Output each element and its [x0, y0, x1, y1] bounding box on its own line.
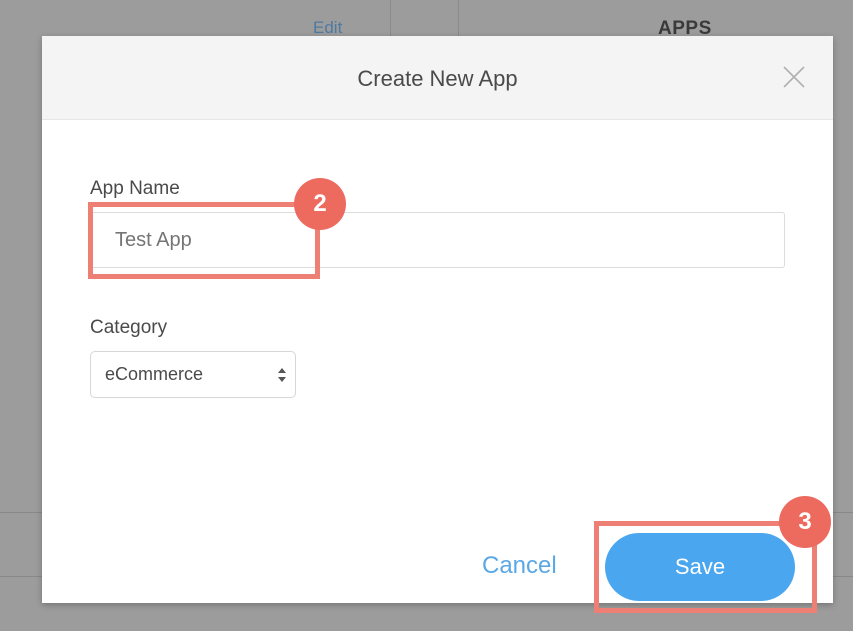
close-icon[interactable] — [781, 64, 807, 90]
step-3-badge: 3 — [779, 496, 831, 548]
create-app-dialog: Create New App App Name Category eCommer… — [42, 36, 833, 603]
category-select[interactable]: eCommerce — [90, 351, 296, 398]
dialog-title: Create New App — [357, 66, 518, 91]
dialog-header: Create New App — [42, 36, 833, 120]
app-name-label: App Name — [90, 178, 180, 199]
category-selected-value: eCommerce — [105, 364, 204, 384]
step-2-badge: 2 — [294, 178, 346, 230]
select-arrows-icon — [278, 368, 286, 382]
background-header-cell — [390, 0, 459, 36]
background-edit-link[interactable]: Edit — [313, 18, 342, 38]
category-label: Category — [90, 317, 168, 338]
cancel-button[interactable]: Cancel — [482, 552, 557, 580]
step-2-highlight — [88, 202, 320, 279]
